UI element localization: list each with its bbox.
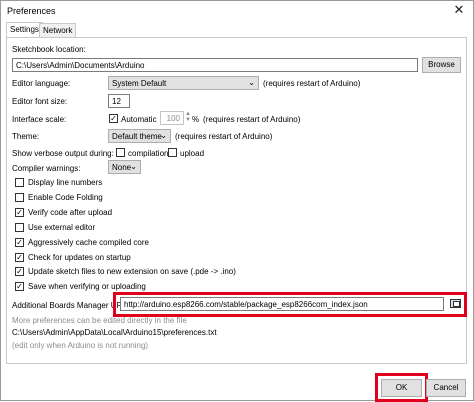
chevron-down-icon: ⌄ (160, 131, 167, 140)
close-icon[interactable]: ✕ (452, 3, 466, 17)
cancel-button[interactable]: Cancel (426, 379, 466, 397)
upload-label: upload (180, 149, 205, 158)
code-folding-checkbox[interactable] (15, 193, 24, 202)
display-line-numbers-checkbox[interactable] (15, 178, 24, 187)
interface-scale-note: (requires restart of Arduino) (203, 115, 301, 124)
external-editor-checkbox[interactable] (15, 223, 24, 232)
title-bar: Preferences ✕ (1, 1, 473, 22)
compiler-warnings-value: None (112, 163, 132, 172)
scale-spinner[interactable]: ▲ ▼ (185, 111, 191, 123)
preferences-file-path: C:\Users\Admin\AppData\Local\Arduino15\p… (12, 328, 217, 337)
update-extension-label: Update sketch files to new extension on … (28, 267, 236, 276)
tab-settings[interactable]: Settings (6, 22, 43, 38)
upload-checkbox[interactable] (168, 148, 177, 157)
check-updates-label: Check for updates on startup (28, 253, 131, 262)
update-extension-checkbox[interactable]: ✓ (15, 267, 24, 276)
code-folding-label: Enable Code Folding (28, 193, 103, 202)
theme-select[interactable]: Default theme ⌄ (108, 129, 171, 143)
automatic-scale-checkbox[interactable]: ✓ (109, 114, 118, 123)
font-size-field[interactable]: 12 (108, 94, 130, 108)
url-highlight-box (113, 292, 467, 317)
compilation-label: compilation (128, 149, 169, 158)
automatic-label: Automatic (121, 115, 157, 124)
cache-core-label: Aggressively cache compiled core (28, 238, 149, 247)
external-editor-label: Use external editor (28, 223, 96, 232)
more-prefs-note: More preferences can be edited directly … (12, 316, 187, 325)
editor-language-value: System Default (112, 79, 167, 88)
check-updates-checkbox[interactable]: ✓ (15, 253, 24, 262)
interface-scale-label: Interface scale: (12, 115, 67, 124)
ok-highlight-box (375, 373, 428, 402)
compilation-checkbox[interactable] (116, 148, 125, 157)
sketchbook-label: Sketchbook location: (12, 45, 86, 54)
compiler-warnings-select[interactable]: None ⌄ (108, 160, 141, 174)
scale-unit: % (192, 115, 200, 124)
edit-when-closed-note: (edit only when Arduino is not running) (12, 341, 149, 350)
theme-label: Theme: (12, 132, 40, 141)
cache-core-checkbox[interactable]: ✓ (15, 238, 24, 247)
preferences-dialog: Preferences ✕ Settings Network Sketchboo… (0, 0, 474, 402)
theme-note: (requires restart of Arduino) (175, 132, 273, 141)
browse-button[interactable]: Browse (422, 57, 461, 73)
verify-after-upload-checkbox[interactable]: ✓ (15, 208, 24, 217)
dialog-title: Preferences (7, 6, 56, 16)
editor-language-label: Editor language: (12, 79, 71, 88)
scale-percent-field[interactable]: 100 (160, 111, 184, 125)
settings-panel: Sketchbook location: C:\Users\Admin\Docu… (6, 37, 467, 364)
verify-after-upload-label: Verify code after upload (28, 208, 113, 217)
chevron-down-icon: ⌄ (248, 78, 255, 87)
theme-value: Default theme (112, 132, 162, 141)
tab-network[interactable]: Network (39, 23, 77, 37)
editor-language-note: (requires restart of Arduino) (263, 79, 361, 88)
display-line-numbers-label: Display line numbers (28, 178, 103, 187)
font-size-label: Editor font size: (12, 97, 68, 106)
sketchbook-location-field[interactable]: C:\Users\Admin\Documents\Arduino (12, 58, 418, 72)
editor-language-select[interactable]: System Default ⌄ (108, 76, 259, 90)
save-on-verify-checkbox[interactable]: ✓ (15, 282, 24, 291)
chevron-down-icon: ⌄ (130, 162, 137, 171)
compiler-warnings-label: Compiler warnings: (12, 164, 81, 173)
verbose-output-label: Show verbose output during: (12, 149, 114, 158)
save-on-verify-label: Save when verifying or uploading (28, 282, 146, 291)
